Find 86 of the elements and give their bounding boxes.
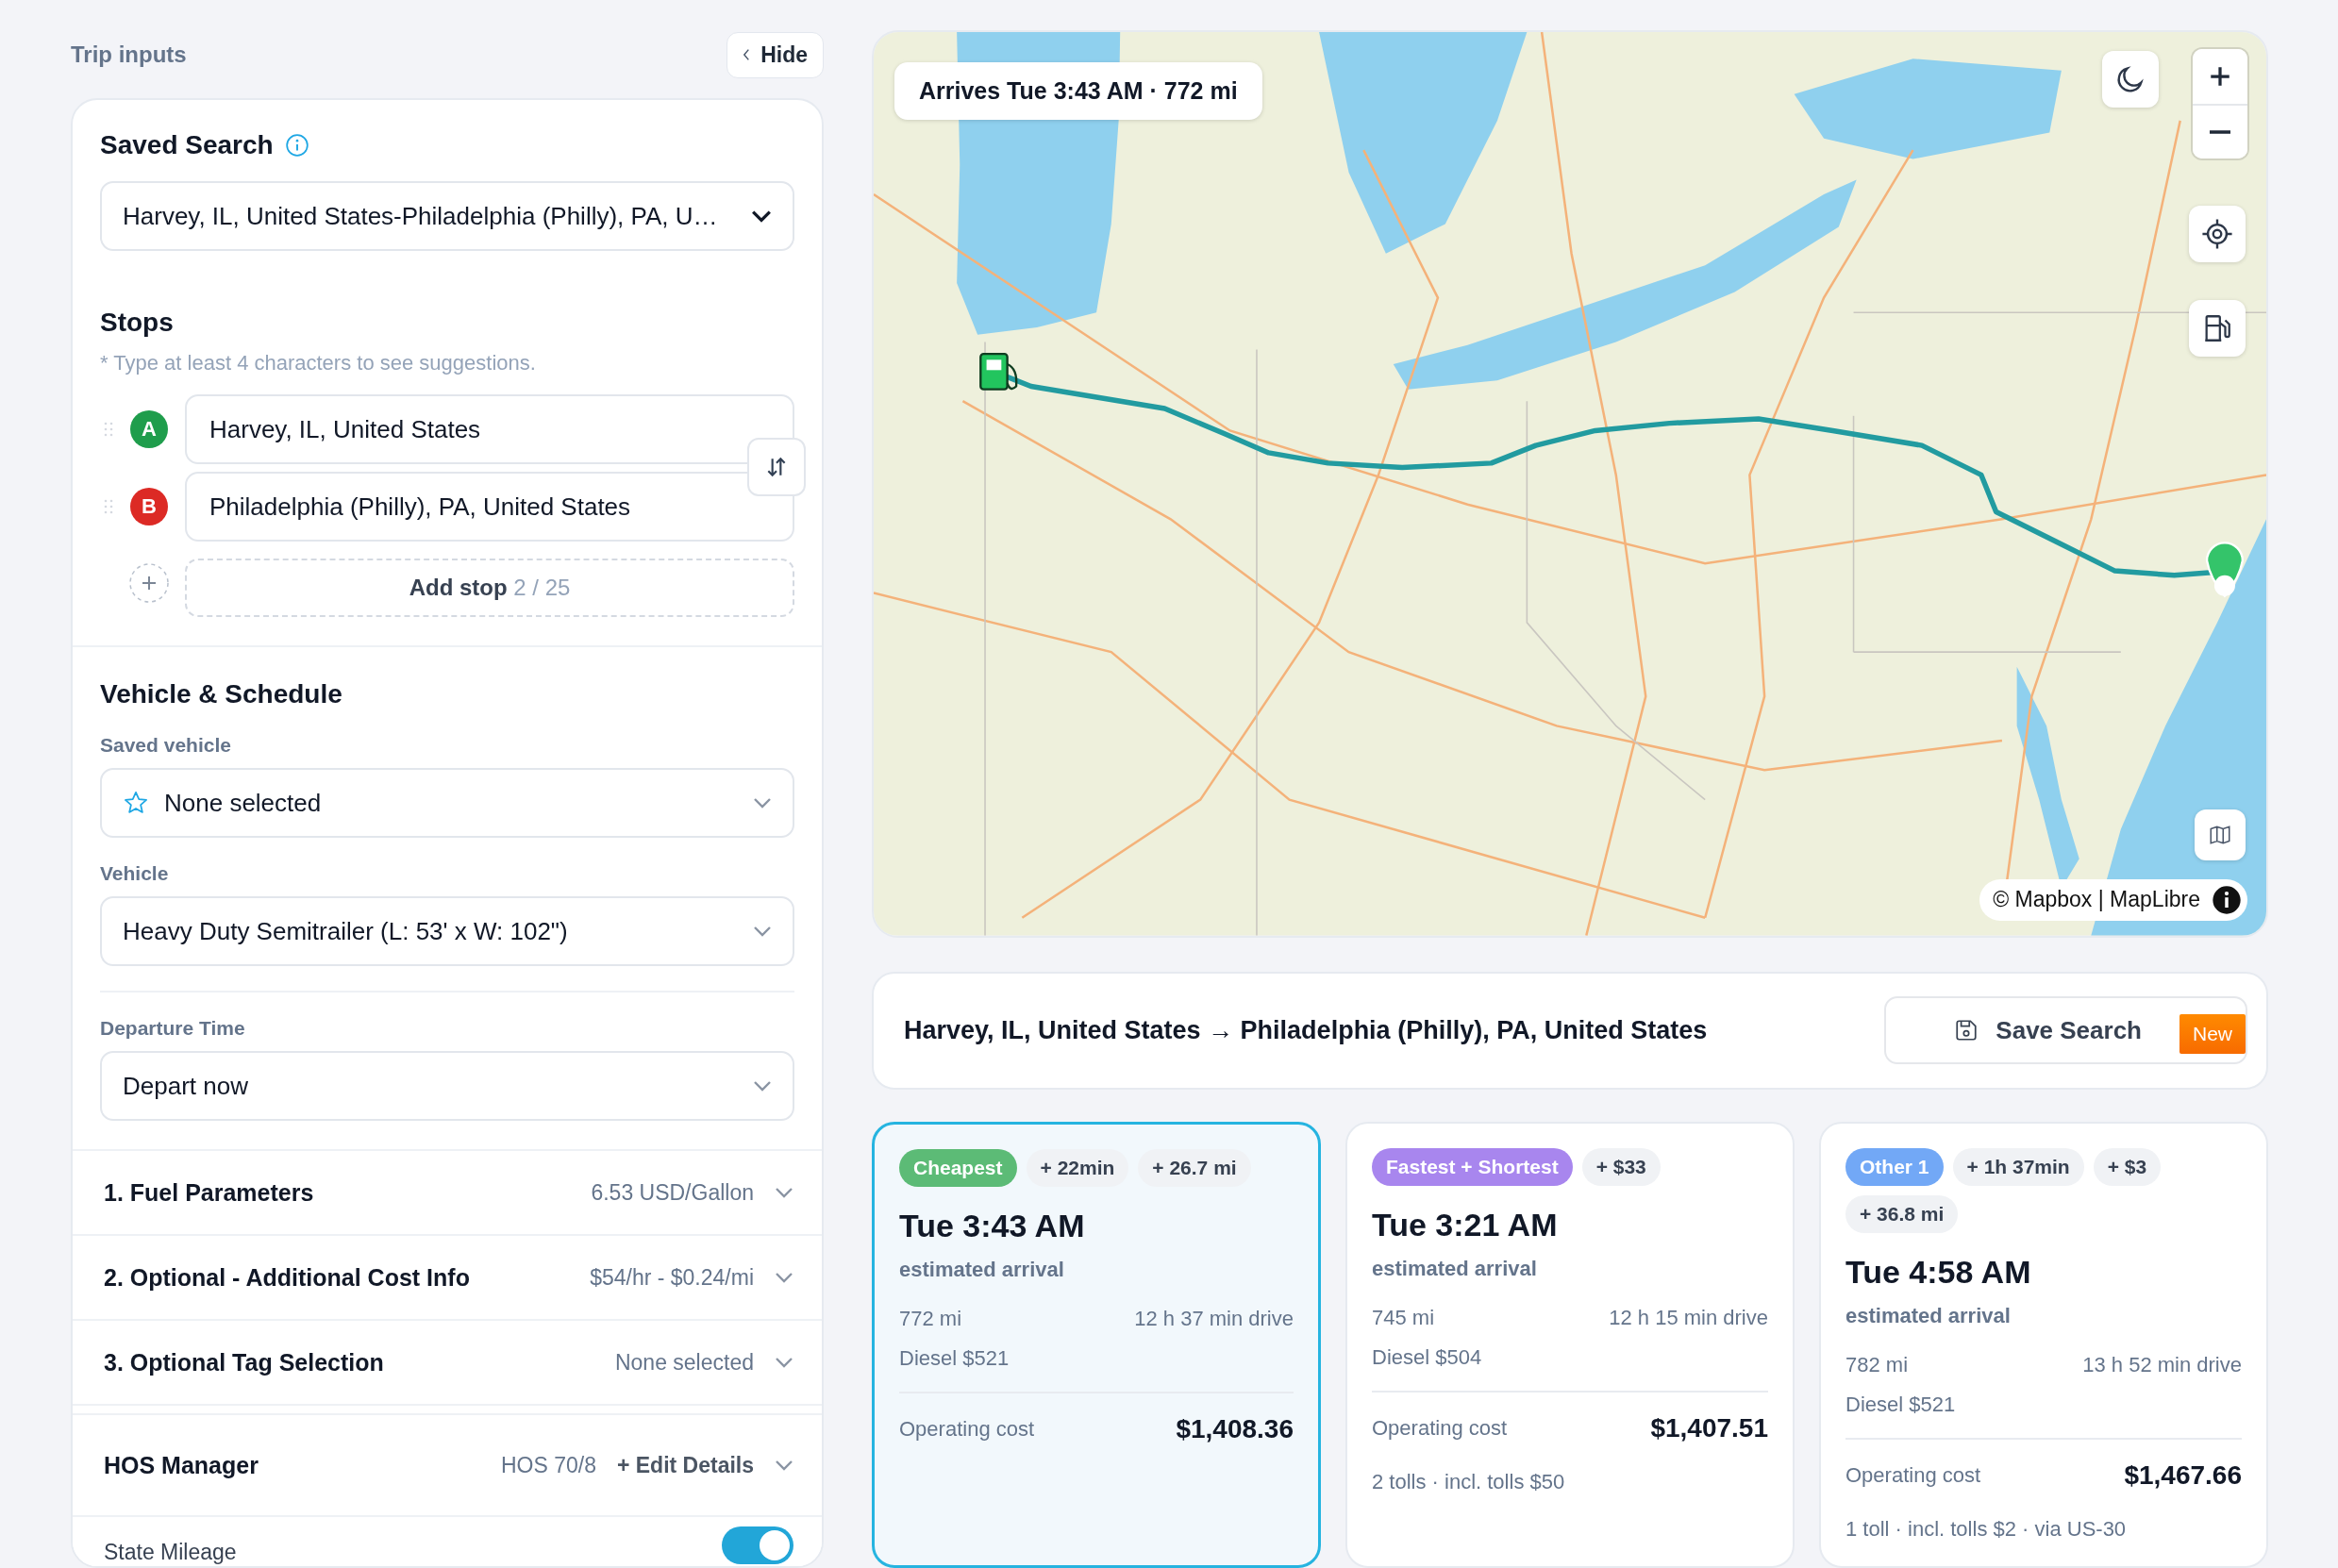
swap-stops-button[interactable] — [747, 438, 806, 496]
fuel-cost-text: Diesel $504 — [1372, 1345, 1483, 1370]
cost-value: $1,408.36 — [1176, 1414, 1294, 1444]
section-heading: Stops — [100, 308, 175, 338]
crosshair-icon — [2201, 218, 2233, 250]
difference-chip: + 36.8 mi — [1845, 1195, 1959, 1233]
difference-chip: + 26.7 mi — [1138, 1149, 1251, 1187]
route-title: Harvey, IL, United States → Philadelphia (Philly), PA, United States — [904, 1015, 1708, 1045]
fuel-stations-button[interactable] — [2189, 300, 2246, 357]
cost-value: $1,467.66 — [2124, 1460, 2242, 1491]
dropdown-field[interactable]: Heavy Duty Semitrailer (L: 53' x W: 102") — [100, 896, 794, 966]
stop-input-field[interactable]: Harvey, IL, United States — [185, 394, 794, 464]
arrival-time: Tue 3:21 AM — [1372, 1207, 1559, 1243]
arrival-time: Tue 3:43 AM — [899, 1208, 1086, 1244]
hos-summary: HOS 70/8 — [500, 1452, 596, 1478]
cost-value: $1,407.51 — [1650, 1413, 1768, 1443]
info-icon[interactable] — [2212, 884, 2242, 915]
arrival-badge: Arrives Tue 3:43 AM · 772 mi — [894, 62, 1262, 120]
cost-label: Operating cost — [1845, 1463, 1981, 1488]
drag-handle-icon[interactable] — [104, 498, 113, 515]
chevron-down-icon — [775, 1272, 793, 1283]
difference-chip: + $33 — [1581, 1148, 1661, 1186]
saved-search-dropdown[interactable]: Harvey, IL, United States-Philadelphia (Philly), PA, U… — [100, 181, 794, 251]
stop-marker: B — [130, 488, 168, 525]
distance-text: 782 mi — [1845, 1353, 1909, 1377]
arrival-caption: estimated arrival — [1372, 1257, 1538, 1281]
stop-marker: A — [130, 410, 168, 448]
chevron-down-icon — [753, 797, 772, 809]
arrival-caption: estimated arrival — [1845, 1304, 2012, 1328]
map-attribution: © Mapbox | MapLibre — [1993, 887, 2200, 913]
section-heading: HOS Manager — [104, 1451, 259, 1479]
new-badge: New — [2179, 1013, 2246, 1054]
drive-time-text: 12 h 15 min drive — [1609, 1306, 1768, 1330]
plus-icon — [2208, 64, 2232, 89]
fuel-cost-text: Diesel $521 — [899, 1346, 1010, 1371]
chevron-down-icon — [775, 1187, 793, 1198]
map-style-button[interactable] — [2195, 809, 2246, 860]
cost-label: Operating cost — [899, 1417, 1035, 1442]
tolls-text: 2 tolls · incl. tolls $50 — [1372, 1470, 1566, 1494]
dropdown-field[interactable]: Depart now — [100, 1051, 794, 1121]
panel-title: Trip inputs — [71, 42, 187, 68]
dropdown-field[interactable]: None selected — [100, 768, 794, 838]
add-circle-icon[interactable] — [128, 562, 170, 604]
route-card[interactable]: Cheapest + 22min + 26.7 mi Tue 3:43 AM estimated arrival 772 mi 12 h 37 min drive Diesel $521 Operating cost $1,408.36 — [872, 1122, 1321, 1568]
route-tag: Other 1 — [1845, 1148, 1944, 1186]
zoom-out-button[interactable] — [2193, 104, 2247, 158]
field-label: Departure Time — [100, 1017, 246, 1040]
chevron-down-icon — [753, 1080, 772, 1092]
difference-chip: + 1h 37min — [1952, 1148, 2084, 1186]
chevron-down-icon — [751, 209, 772, 223]
drive-time-text: 13 h 52 min drive — [2082, 1353, 2242, 1377]
drive-time-text: 12 h 37 min drive — [1134, 1307, 1294, 1331]
route-tag: Fastest + Shortest — [1372, 1148, 1573, 1186]
hint-text: * Type at least 4 characters to see suggestions. — [100, 351, 537, 375]
route-tag: Cheapest — [899, 1149, 1017, 1187]
chevron-down-icon — [775, 1357, 793, 1368]
dark-mode-button[interactable] — [2102, 51, 2159, 108]
route-card[interactable]: Other 1 + 1h 37min + $3 + 36.8 mi Tue 4:58 AM estimated arrival 782 mi 13 h 52 min drive Diesel $521 Operating cost $1,467.66 1 toll · incl. tolls $2 · via US-30 — [1819, 1122, 2268, 1568]
distance-text: 772 mi — [899, 1307, 962, 1331]
arrival-time: Tue 4:58 AM — [1845, 1254, 2032, 1291]
field-label: Vehicle — [100, 862, 170, 885]
map-icon — [2208, 823, 2232, 847]
field-label: Saved vehicle — [100, 734, 232, 757]
drag-handle-icon[interactable] — [104, 421, 113, 438]
distance-text: 745 mi — [1372, 1306, 1435, 1330]
locate-button[interactable] — [2189, 206, 2246, 262]
section-heading: Vehicle & Schedule — [100, 679, 343, 709]
stop-input-field[interactable]: Philadelphia (Philly), PA, United States — [185, 472, 794, 542]
difference-chip: + 22min — [1026, 1149, 1129, 1187]
state-mileage-toggle[interactable] — [722, 1526, 793, 1564]
route-card[interactable]: Fastest + Shortest + $33 Tue 3:21 AM estimated arrival 745 mi 12 h 15 min drive Diesel $504 Operating cost $1,407.51 2 tolls · incl. tolls $50 — [1345, 1122, 1795, 1568]
cost-label: Operating cost — [1372, 1416, 1508, 1441]
edit-details-link[interactable]: + Edit Details — [616, 1452, 754, 1478]
add-stop-button[interactable]: Add stop 2 / 25 — [185, 559, 794, 617]
floppy-disk-icon — [1954, 1018, 1979, 1043]
arrival-caption: estimated arrival — [899, 1258, 1065, 1282]
fuel-cost-text: Diesel $521 — [1845, 1393, 1957, 1417]
star-icon — [123, 790, 149, 816]
chevron-down-icon — [753, 926, 772, 937]
minus-icon — [2210, 130, 2230, 134]
difference-chip: + $3 — [2093, 1148, 2162, 1186]
chevron-down-icon[interactable] — [775, 1460, 793, 1471]
section-heading: Saved Search — [100, 130, 274, 160]
hide-button[interactable]: Hide — [726, 31, 824, 78]
tolls-text: 1 toll · incl. tolls $2 · via US-30 — [1845, 1517, 2128, 1542]
toggle-label: State Mileage — [104, 1539, 238, 1565]
